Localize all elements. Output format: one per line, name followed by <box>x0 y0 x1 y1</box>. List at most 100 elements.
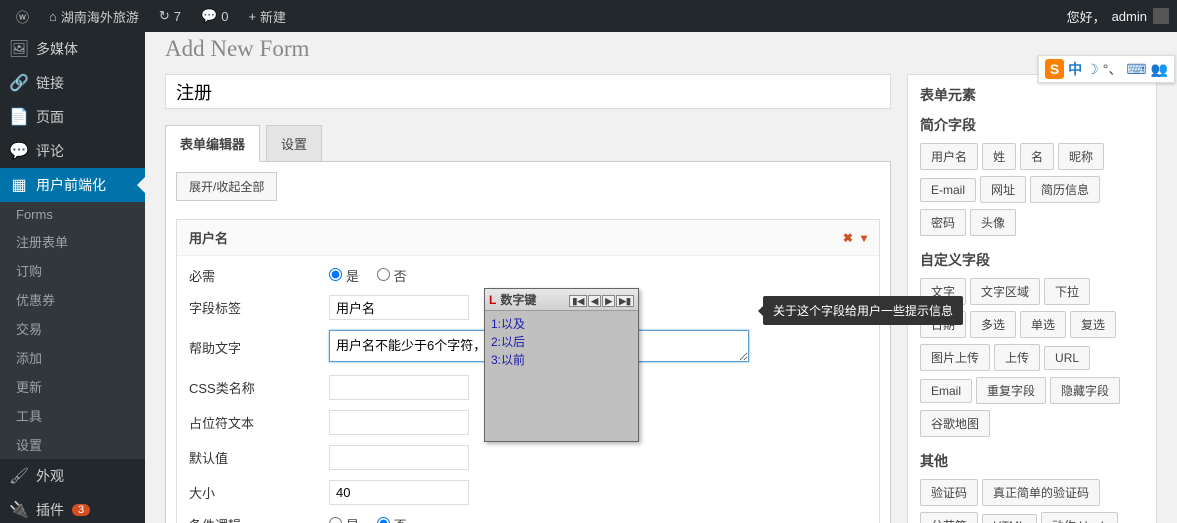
plus-icon: + <box>248 9 256 24</box>
sidebar-subitem-5[interactable]: 添加 <box>0 343 145 372</box>
field-remove-icon[interactable]: ✖ <box>843 231 853 245</box>
people-icon[interactable]: 👥 <box>1151 61 1168 78</box>
home-icon: ⌂ <box>49 9 57 24</box>
ime-mode[interactable]: 中 <box>1068 59 1082 79</box>
chip-多选[interactable]: 多选 <box>970 311 1016 338</box>
field-title: 用户名 <box>189 228 228 247</box>
chip-文字区域[interactable]: 文字区域 <box>970 278 1040 305</box>
label-logic: 条件逻辑 <box>189 515 329 523</box>
sidebar-item-4[interactable]: ▦用户前端化 <box>0 168 145 202</box>
chip-用户名[interactable]: 用户名 <box>920 143 978 170</box>
refresh-icon: ↻ <box>159 8 170 24</box>
ime-toolbar[interactable]: S 中 ☽ °、 ⌨ 👥 <box>1038 55 1175 83</box>
chip-Email[interactable]: Email <box>920 379 972 403</box>
sidebar-subitem-4[interactable]: 交易 <box>0 314 145 343</box>
sidebar-subitem-1[interactable]: 注册表单 <box>0 227 145 256</box>
refresh-item[interactable]: ↻ 7 <box>151 0 189 32</box>
chip-单选[interactable]: 单选 <box>1020 311 1066 338</box>
logic-yes-radio[interactable] <box>329 517 342 523</box>
wp-logo[interactable]: ⓦ <box>8 0 37 32</box>
avatar[interactable] <box>1153 8 1169 24</box>
group-profile-title: 简介字段 <box>920 115 1144 135</box>
ime-panel: L数字键 ▮◀◀▶▶▮ 1:以及2:以后3:以前 <box>484 288 639 442</box>
page-title: Add New Form <box>165 36 1157 62</box>
menu-icon: 📄 <box>10 108 28 126</box>
keyboard-icon[interactable]: ⌨ <box>1126 61 1146 78</box>
sidebar-item-6[interactable]: 🔌插件3 <box>0 493 145 523</box>
chip-分节符[interactable]: 分节符 <box>920 512 978 523</box>
sidebar-item-1[interactable]: 🔗链接 <box>0 66 145 100</box>
chip-密码[interactable]: 密码 <box>920 209 966 236</box>
chip-头像[interactable]: 头像 <box>970 209 1016 236</box>
label-size: 大小 <box>189 483 329 502</box>
menu-icon: 🔌 <box>10 501 28 519</box>
css-class-input[interactable] <box>329 375 469 400</box>
chip-上传[interactable]: 上传 <box>994 344 1040 371</box>
admin-bar: ⓦ ⌂ 湖南海外旅游 ↻ 7 💬 0 + 新建 您好， admin <box>0 0 1177 32</box>
placeholder-input[interactable] <box>329 410 469 435</box>
comments-item[interactable]: 💬 0 <box>193 0 236 32</box>
ime-nav[interactable]: ▮◀◀▶▶▮ <box>568 293 634 307</box>
main-content: Add New Form 表单编辑器 设置 展开/收起全部 用户名 ✖ ▾ <box>145 32 1177 523</box>
chip-复选[interactable]: 复选 <box>1070 311 1116 338</box>
required-no-radio[interactable] <box>377 268 390 281</box>
group-custom-title: 自定义字段 <box>920 250 1144 270</box>
chip-验证码[interactable]: 验证码 <box>920 479 978 506</box>
default-value-input[interactable] <box>329 445 469 470</box>
ime-candidate-1[interactable]: 2:以后 <box>491 333 632 350</box>
ime-candidate-0[interactable]: 1:以及 <box>491 315 632 332</box>
ime-punct[interactable]: °、 <box>1103 59 1123 79</box>
admin-sidebar: 🖼多媒体🔗链接📄页面💬评论▦用户前端化 Forms注册表单订购优惠券交易添加更新… <box>0 32 145 523</box>
sidebar-item-2[interactable]: 📄页面 <box>0 100 145 134</box>
site-name: 湖南海外旅游 <box>61 7 139 26</box>
chip-姓[interactable]: 姓 <box>982 143 1016 170</box>
sogou-logo-icon[interactable]: S <box>1045 59 1064 79</box>
chip-简历信息[interactable]: 简历信息 <box>1030 176 1100 203</box>
chip-昵称[interactable]: 昵称 <box>1058 143 1104 170</box>
moon-icon[interactable]: ☽ <box>1086 61 1099 78</box>
menu-icon: ▦ <box>10 176 28 194</box>
username[interactable]: admin <box>1112 9 1147 24</box>
chip-动作 Hook[interactable]: 动作 Hook <box>1041 512 1118 523</box>
sidebar-item-3[interactable]: 💬评论 <box>0 134 145 168</box>
chip-网址[interactable]: 网址 <box>980 176 1026 203</box>
new-item[interactable]: + 新建 <box>240 0 294 32</box>
tab-settings[interactable]: 设置 <box>266 125 322 162</box>
chip-URL[interactable]: URL <box>1044 346 1090 370</box>
sidebar-item-0[interactable]: 🖼多媒体 <box>0 32 145 66</box>
menu-icon: 🔗 <box>10 74 28 92</box>
label-placeholder: 占位符文本 <box>189 413 329 432</box>
chip-下拉[interactable]: 下拉 <box>1044 278 1090 305</box>
ime-logo-icon: L <box>489 293 496 307</box>
ime-candidate-2[interactable]: 3:以前 <box>491 351 632 368</box>
sidebar-subitem-0[interactable]: Forms <box>0 202 145 227</box>
chip-隐藏字段[interactable]: 隐藏字段 <box>1050 377 1120 404</box>
sidebar-subitem-6[interactable]: 更新 <box>0 372 145 401</box>
sidebar-subitem-3[interactable]: 优惠券 <box>0 285 145 314</box>
size-input[interactable] <box>329 480 469 505</box>
chip-谷歌地图[interactable]: 谷歌地图 <box>920 410 990 437</box>
chip-E-mail[interactable]: E-mail <box>920 178 976 202</box>
logic-no-radio[interactable] <box>377 517 390 523</box>
chip-HTML[interactable]: HTML <box>982 514 1037 523</box>
label-css: CSS类名称 <box>189 378 329 397</box>
chip-名[interactable]: 名 <box>1020 143 1054 170</box>
label-default: 默认值 <box>189 448 329 467</box>
chip-重复字段[interactable]: 重复字段 <box>976 377 1046 404</box>
sidebar-subitem-2[interactable]: 订购 <box>0 256 145 285</box>
chevron-down-icon[interactable]: ▾ <box>861 231 867 245</box>
chip-图片上传[interactable]: 图片上传 <box>920 344 990 371</box>
sidebar-subitem-7[interactable]: 工具 <box>0 401 145 430</box>
tab-editor[interactable]: 表单编辑器 <box>165 125 260 162</box>
field-label-input[interactable] <box>329 295 469 320</box>
site-home[interactable]: ⌂ 湖南海外旅游 <box>41 0 147 32</box>
sidebar-subitem-8[interactable]: 设置 <box>0 430 145 459</box>
chip-真正简单的验证码[interactable]: 真正简单的验证码 <box>982 479 1100 506</box>
menu-icon: 💬 <box>10 142 28 160</box>
toggle-all-button[interactable]: 展开/收起全部 <box>176 172 277 201</box>
menu-icon: 🖌 <box>10 467 28 485</box>
sidebar-item-5[interactable]: 🖌外观 <box>0 459 145 493</box>
form-title-input[interactable] <box>165 74 891 109</box>
field-header[interactable]: 用户名 ✖ ▾ <box>177 220 879 256</box>
required-yes-radio[interactable] <box>329 268 342 281</box>
